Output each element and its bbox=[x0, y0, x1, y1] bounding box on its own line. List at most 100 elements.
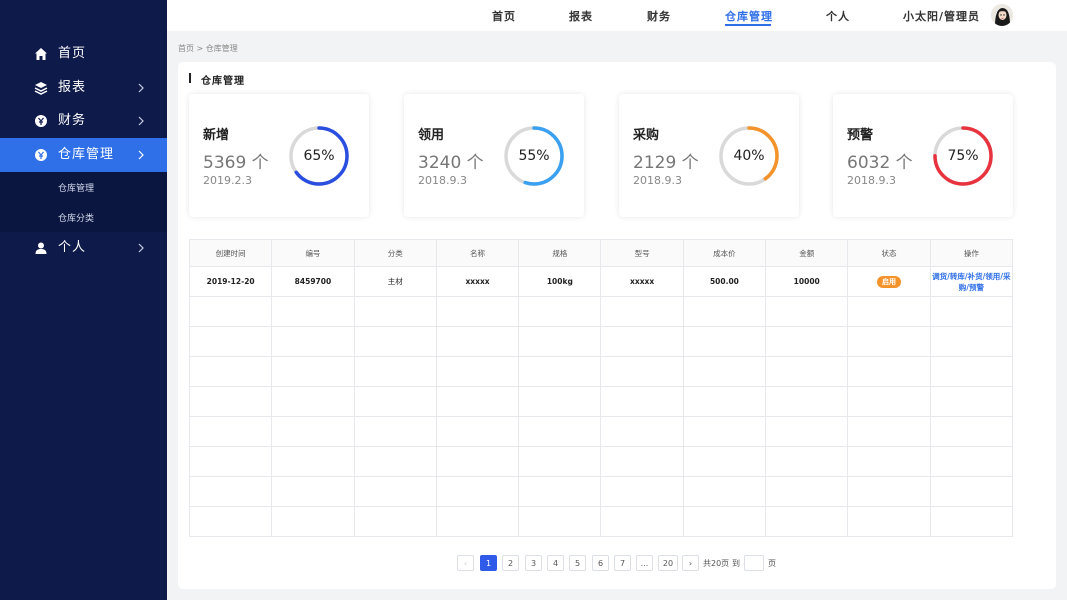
sidebar-item-reports[interactable]: 报表 bbox=[0, 71, 167, 105]
column-header[interactable]: 创建时间 bbox=[188, 239, 273, 267]
pagination-page-20[interactable]: 20 bbox=[658, 555, 678, 571]
table-cell bbox=[929, 326, 1014, 357]
pagination-page-6[interactable]: 6 bbox=[592, 555, 609, 571]
pagination-page-2[interactable]: 2 bbox=[502, 555, 519, 571]
sidebar-item-home[interactable]: 首页 bbox=[0, 37, 167, 71]
avatar[interactable] bbox=[991, 4, 1013, 26]
table-cell bbox=[353, 476, 437, 507]
table-cell bbox=[188, 446, 273, 477]
table-cell bbox=[188, 476, 273, 507]
table-cell bbox=[435, 386, 520, 417]
stat-card-purchase[interactable]: 采购 2129 个 2018.9.3 40% bbox=[619, 94, 799, 217]
stat-card-title: 领用 bbox=[418, 128, 445, 143]
table-row-empty bbox=[188, 356, 1014, 387]
sidebar-item-label: 报表 bbox=[58, 80, 87, 95]
chevron-right-icon bbox=[138, 150, 144, 160]
table-row-empty bbox=[188, 386, 1014, 417]
stat-card-title: 预警 bbox=[847, 128, 874, 143]
progress-percent-label: 65% bbox=[303, 148, 335, 164]
table-cell bbox=[271, 386, 355, 417]
table-cell bbox=[847, 296, 931, 327]
user-name[interactable]: 小太阳/管理员 bbox=[903, 8, 980, 24]
nav-link-finance[interactable]: 财务 bbox=[647, 8, 671, 24]
nav-link-personal[interactable]: 个人 bbox=[826, 8, 850, 24]
table-cell bbox=[765, 506, 849, 537]
stat-card-title: 新增 bbox=[203, 128, 230, 143]
pagination-prev-button[interactable]: ‹ bbox=[457, 555, 474, 571]
table-cell: 2019-12-20 bbox=[188, 266, 273, 297]
stat-card-warning[interactable]: 预警 6032 个 2018.9.3 75% bbox=[833, 94, 1013, 217]
table-cell bbox=[435, 446, 520, 477]
table-cell bbox=[929, 446, 1014, 477]
nav-link-reports[interactable]: 报表 bbox=[569, 8, 593, 24]
section-title: 仓库管理 bbox=[201, 76, 245, 87]
table-cell bbox=[765, 356, 849, 387]
table-cell bbox=[518, 476, 602, 507]
column-header[interactable]: 分类 bbox=[353, 239, 437, 267]
table-row-empty bbox=[188, 506, 1014, 537]
column-header[interactable]: 规格 bbox=[518, 239, 602, 267]
stat-card-date: 2018.9.3 bbox=[847, 174, 896, 187]
table-cell bbox=[682, 416, 767, 447]
pagination-page-7[interactable]: 7 bbox=[614, 555, 631, 571]
stat-card-date: 2018.9.3 bbox=[633, 174, 682, 187]
chevron-right-icon bbox=[138, 116, 144, 126]
pagination-next-button[interactable]: › bbox=[682, 555, 699, 571]
column-header[interactable]: 型号 bbox=[600, 239, 684, 267]
table-cell bbox=[765, 326, 849, 357]
column-header[interactable]: 金额 bbox=[765, 239, 849, 267]
pagination-goto-label: 到 bbox=[732, 559, 740, 568]
table-cell bbox=[271, 326, 355, 357]
table-cell bbox=[271, 416, 355, 447]
stat-card-new[interactable]: 新增 5369 个 2019.2.3 65% bbox=[189, 94, 369, 217]
table-row-empty bbox=[188, 296, 1014, 327]
column-header[interactable]: 成本价 bbox=[682, 239, 767, 267]
home-icon bbox=[35, 48, 47, 60]
table-cell bbox=[353, 356, 437, 387]
table-cell bbox=[929, 296, 1014, 327]
table-row-empty bbox=[188, 326, 1014, 357]
sidebar-subitem-warehouse-manage[interactable]: 仓库管理 bbox=[0, 172, 167, 202]
pagination-page-unit: 页 bbox=[768, 559, 776, 568]
table-cell: 主材 bbox=[353, 266, 437, 297]
pagination-page-1[interactable]: 1 bbox=[480, 555, 497, 571]
column-header[interactable]: 状态 bbox=[847, 239, 931, 267]
column-header[interactable]: 名称 bbox=[435, 239, 520, 267]
table-cell: xxxxx bbox=[435, 266, 520, 297]
pagination-page-5[interactable]: 5 bbox=[569, 555, 586, 571]
sidebar-item-finance[interactable]: 财务 bbox=[0, 104, 167, 138]
sidebar-item-warehouse[interactable]: 仓库管理 bbox=[0, 138, 167, 172]
avatar-image bbox=[991, 4, 1013, 26]
pagination-ellipsis[interactable]: ... bbox=[636, 555, 653, 571]
stat-card-value: 2129 个 bbox=[633, 153, 699, 173]
section-title-bar bbox=[189, 73, 191, 83]
warehouse-submenu: 仓库管理 仓库分类 bbox=[0, 172, 167, 232]
pagination-page-3[interactable]: 3 bbox=[525, 555, 542, 571]
row-actions-link[interactable]: 调货/转库/补货/领用/采购/预警 bbox=[932, 272, 1010, 292]
sidebar-item-personal[interactable]: 个人 bbox=[0, 231, 167, 265]
nav-link-warehouse[interactable]: 仓库管理 bbox=[725, 8, 773, 24]
table-cell: 调货/转库/补货/领用/采购/预警 bbox=[929, 266, 1014, 297]
table-cell bbox=[271, 356, 355, 387]
table-cell bbox=[847, 446, 931, 477]
table-cell bbox=[929, 476, 1014, 507]
table-cell bbox=[518, 416, 602, 447]
sidebar-item-label: 财务 bbox=[58, 113, 87, 128]
table-cell bbox=[682, 326, 767, 357]
table-cell bbox=[353, 506, 437, 537]
column-header[interactable]: 操作 bbox=[929, 239, 1014, 267]
table-cell: xxxxx bbox=[600, 266, 684, 297]
nav-link-home[interactable]: 首页 bbox=[492, 8, 516, 24]
stat-card-receive[interactable]: 领用 3240 个 2018.9.3 55% bbox=[404, 94, 584, 217]
table-cell bbox=[600, 296, 684, 327]
sidebar-subitem-label: 仓库管理 bbox=[58, 184, 95, 194]
table-cell bbox=[847, 476, 931, 507]
sidebar-subitem-warehouse-category[interactable]: 仓库分类 bbox=[0, 202, 167, 232]
table-header-row: 创建时间 编号 分类 名称 规格 型号 成本价 金额 状态 操作 bbox=[188, 239, 1014, 267]
pagination-page-4[interactable]: 4 bbox=[547, 555, 564, 571]
table-cell bbox=[435, 476, 520, 507]
table-cell bbox=[765, 446, 849, 477]
pagination-goto-input[interactable] bbox=[744, 555, 764, 571]
column-header[interactable]: 编号 bbox=[271, 239, 355, 267]
table-row[interactable]: 2019-12-20 8459700 主材 xxxxx 100kg xxxxx … bbox=[188, 266, 1014, 297]
